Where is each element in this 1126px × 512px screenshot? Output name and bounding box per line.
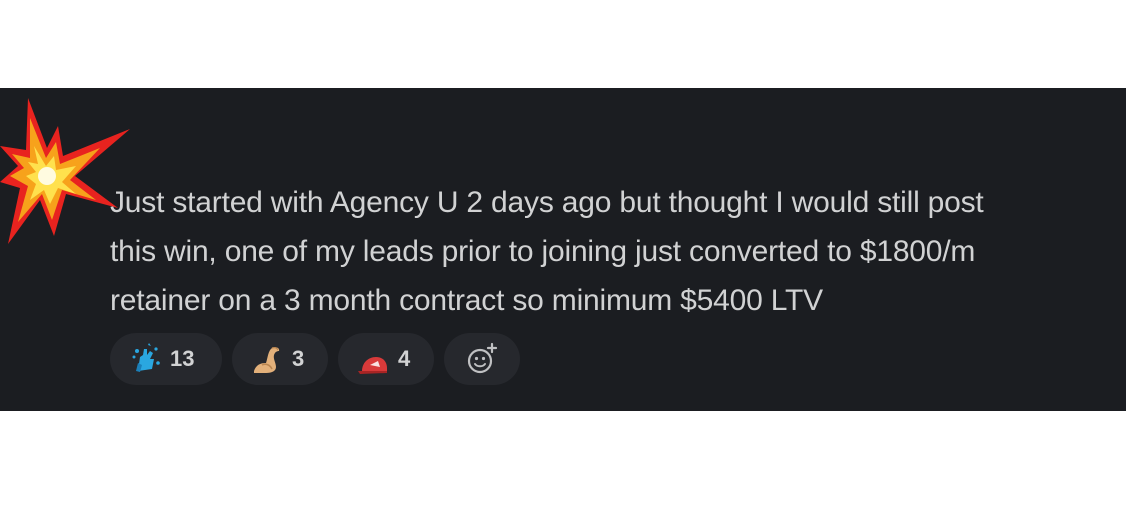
red-cap-icon <box>358 357 387 374</box>
reaction-pill-raised-hands[interactable]: 13 <box>110 333 222 385</box>
flexed-biceps-icon <box>254 347 280 373</box>
reactions-bar: 13 3 4 <box>110 333 520 385</box>
message-text: Just started with Agency U 2 days ago bu… <box>110 178 1110 325</box>
reaction-count: 13 <box>170 346 195 371</box>
page: Just started with Agency U 2 days ago bu… <box>0 0 1126 512</box>
message-line-3: retainer on a 3 month contract so minimu… <box>110 284 823 317</box>
message-line-2: this win, one of my leads prior to joini… <box>110 235 976 268</box>
reaction-count: 4 <box>398 346 411 371</box>
add-reaction-icon <box>467 342 498 374</box>
raised-hands-splash-icon <box>132 343 160 372</box>
message-line-1: Just started with Agency U 2 days ago bu… <box>110 186 984 219</box>
reaction-pill-red-cap[interactable]: 4 <box>338 333 434 385</box>
reaction-count: 3 <box>292 346 305 371</box>
add-reaction-button[interactable] <box>444 333 520 385</box>
reaction-pill-flexed-biceps[interactable]: 3 <box>232 333 328 385</box>
